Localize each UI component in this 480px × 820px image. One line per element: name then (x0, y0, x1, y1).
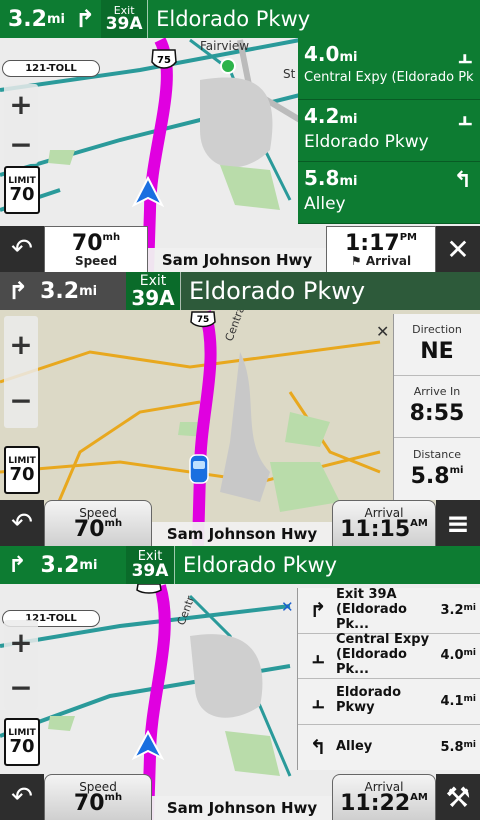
bottom-bar: ↶ 70mh Speed Sam Johnson Hwy 1:17PM ⚑ Ar… (0, 226, 480, 272)
turn-right-icon: ↱ (8, 277, 29, 305)
speed-limit-sign: LIMIT 70 (4, 166, 40, 214)
zoom-out-button[interactable]: − (9, 671, 32, 704)
route-shield: 75 (151, 49, 177, 69)
bottom-bar: ↶ Speed 70mh Sam Johnson Hwy Arrival 11:… (0, 500, 480, 546)
checkered-flag-icon: ⚑ (350, 253, 362, 268)
back-button[interactable]: ↶ (0, 500, 44, 546)
next-turn-distance: ↱ 3.2 mi (0, 272, 126, 310)
next-turn-bar[interactable]: 3.2 mi ↱ Exit 39A Eldorado Pkwy (0, 0, 480, 38)
back-button[interactable]: ↶ (0, 774, 44, 820)
svg-text:75: 75 (157, 55, 171, 66)
speed-field[interactable]: 70mh Speed (44, 226, 148, 272)
distance-field[interactable]: Distance 5.8mi (394, 438, 480, 500)
speed-limit-sign: LIMIT 70 (4, 446, 40, 494)
keep-right-icon: ⫠ (311, 643, 325, 668)
zoom-controls: + − (4, 316, 38, 428)
close-list-button[interactable]: ✕ (281, 598, 294, 616)
vehicle-car-icon (189, 454, 209, 484)
next-street-name: Eldorado Pkwy (147, 0, 480, 38)
speed-field[interactable]: Speed 70mh (44, 774, 152, 820)
zoom-controls: + − (4, 84, 38, 164)
turn-left-icon: ↰ (453, 168, 472, 193)
trip-info-panel: Direction NE Arrive In 8:55 Distance 5.8… (393, 314, 480, 500)
exit-sign: Exit 39A (126, 272, 180, 310)
settings-button[interactable]: ⚒ (436, 774, 480, 820)
close-panel-button[interactable]: ✕ (376, 322, 389, 341)
svg-text:St: St (283, 67, 296, 81)
keep-right-icon: ⫠ (458, 106, 472, 131)
upcoming-turns-list: ↱ Exit 39A (Eldorado Pk... 3.2mi ⫠ Centr… (297, 587, 480, 771)
list-item[interactable]: ⫠ Eldorado Pkwy 4.1mi (298, 679, 480, 725)
speed-limit-sign: LIMIT 70 (4, 718, 40, 766)
screen-2: Central 75 ↱ 3.2 mi Exit 39A Eldorado Pkw… (0, 272, 480, 546)
back-button[interactable]: ↶ (0, 226, 44, 272)
close-icon: ✕ (281, 598, 294, 616)
zoom-in-button[interactable]: + (9, 328, 32, 361)
next-turn-distance: 3.2 mi ↱ (0, 0, 102, 38)
list-item[interactable]: 5.8mi Alley ↰ (298, 162, 480, 224)
menu-button[interactable]: ≡ (436, 500, 480, 546)
arrival-field[interactable]: 1:17PM ⚑ Arrival (326, 226, 436, 272)
upcoming-turns-list: 4.0mi Central Expy (Eldorado Pk... ⫠ 4.2… (298, 38, 480, 226)
turn-right-icon: ↱ (8, 552, 27, 578)
close-icon: ✕ (446, 232, 470, 266)
turn-right-icon: ↱ (75, 5, 96, 33)
arrive-in-field[interactable]: Arrive In 8:55 (394, 376, 480, 438)
close-icon: ✕ (376, 322, 390, 341)
bottom-bar: ↶ Speed 70mh Sam Johnson Hwy Arrival 11:… (0, 774, 480, 820)
screen-1: Fairview St 75 3.2 mi ↱ Exit 39A Eldorado… (0, 0, 480, 272)
zoom-out-button[interactable]: − (9, 128, 32, 161)
list-item[interactable]: ⫠ Central Expy (Eldorado Pk... 4.0mi (298, 632, 480, 679)
list-item[interactable]: ↰ Alley 5.8mi (298, 725, 480, 771)
next-turn-bar[interactable]: ↱ 3.2 mi Exit 39A Eldorado Pkwy (0, 546, 480, 584)
keep-right-icon: ⫠ (458, 44, 472, 69)
wrench-icon: ⚒ (445, 780, 471, 814)
next-street-name: Eldorado Pkwy (180, 272, 480, 310)
exit-right-icon: ↱ (309, 598, 327, 623)
list-item[interactable]: 4.2mi Eldorado Pkwy ⫠ (298, 100, 480, 162)
speed-field[interactable]: Speed 70mh (44, 500, 152, 546)
zoom-out-button[interactable]: − (9, 384, 32, 417)
close-button[interactable]: ✕ (436, 226, 480, 272)
list-item[interactable]: 4.0mi Central Expy (Eldorado Pk... ⫠ (298, 38, 480, 100)
menu-icon: ≡ (446, 506, 470, 540)
direction-field[interactable]: Direction NE (394, 314, 480, 376)
turn-left-icon: ↰ (309, 735, 327, 760)
zoom-in-button[interactable]: + (9, 88, 32, 121)
next-turn-distance: ↱ 3.2 mi (0, 546, 126, 584)
svg-text:75: 75 (197, 315, 210, 325)
route-shield: 75 (190, 311, 216, 328)
route-shield (136, 583, 162, 594)
current-street: Sam Johnson Hwy (152, 796, 332, 820)
arrival-field[interactable]: Arrival 11:22AM (332, 774, 436, 820)
arrival-field[interactable]: Arrival 11:15AM (332, 500, 436, 546)
current-street: Sam Johnson Hwy (152, 522, 332, 546)
toll-road-label: 121-TOLL (2, 60, 100, 77)
map-label-place: Fairview (200, 39, 249, 53)
keep-right-icon: ⫠ (311, 689, 325, 714)
current-street: Sam Johnson Hwy (148, 248, 326, 272)
zoom-controls: + − (4, 620, 38, 710)
exit-sign: Exit 39A (126, 546, 174, 584)
exit-sign: Exit 39A (101, 0, 148, 38)
screen-3: Centr ↱ 3.2 mi Exit 39A Eldorado Pkwy 121… (0, 546, 480, 820)
next-street-name: Eldorado Pkwy (174, 546, 480, 584)
list-item[interactable]: ↱ Exit 39A (Eldorado Pk... 3.2mi (298, 587, 480, 634)
next-turn-bar[interactable]: ↱ 3.2 mi Exit 39A Eldorado Pkwy (0, 272, 480, 310)
zoom-in-button[interactable]: + (9, 626, 32, 659)
